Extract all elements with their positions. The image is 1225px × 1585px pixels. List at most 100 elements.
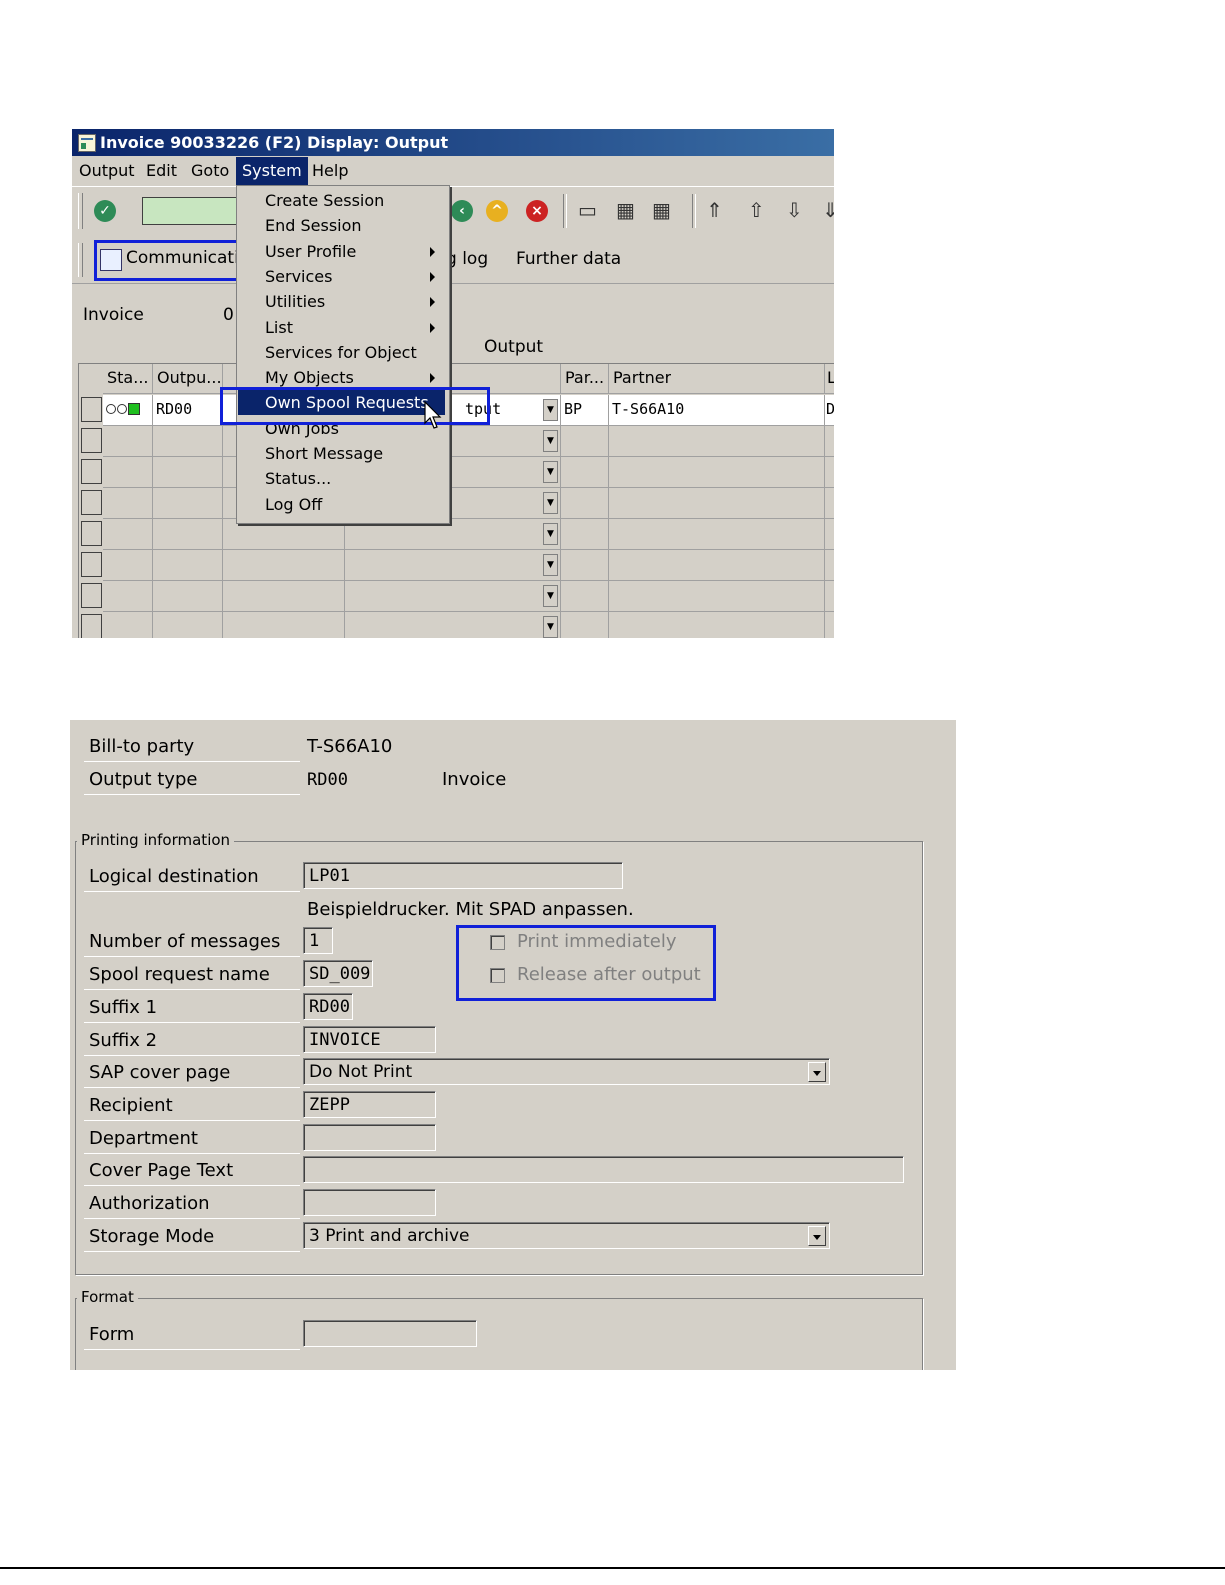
table-cell-empty[interactable] xyxy=(103,457,153,488)
suffix-2-field[interactable]: INVOICE xyxy=(303,1026,436,1053)
medium-dropdown-button[interactable]: ▼ xyxy=(543,492,558,514)
system-menu-item-status[interactable]: Status... xyxy=(238,466,445,491)
system-menu-item-list[interactable]: List xyxy=(238,315,445,340)
print-immediately-checkbox[interactable] xyxy=(490,935,505,950)
storage-mode-select[interactable]: 3 Print and archive xyxy=(303,1222,830,1249)
sap-cover-page-select[interactable]: Do Not Print xyxy=(303,1058,830,1085)
table-cell-empty[interactable] xyxy=(609,426,825,457)
table-cell-empty[interactable] xyxy=(153,426,223,457)
table-cell-empty[interactable] xyxy=(561,457,609,488)
dropdown-arrow-icon[interactable] xyxy=(808,1062,826,1082)
table-cell-empty[interactable] xyxy=(825,488,834,519)
table-cell-empty[interactable] xyxy=(103,612,153,638)
system-menu-item-end-session[interactable]: End Session xyxy=(238,213,445,238)
menu-goto[interactable]: Goto xyxy=(191,161,229,180)
table-cell-empty[interactable] xyxy=(103,426,153,457)
table-cell-empty[interactable] xyxy=(561,612,609,638)
table-cell-empty[interactable] xyxy=(345,612,561,638)
table-cell-empty[interactable] xyxy=(825,581,834,612)
col-header-status[interactable]: Sta... xyxy=(103,364,153,394)
table-cell-empty[interactable] xyxy=(609,488,825,519)
menu-output[interactable]: Output xyxy=(79,161,135,180)
row-selector[interactable] xyxy=(81,521,102,546)
number-of-messages-field[interactable]: 1 xyxy=(303,927,333,954)
table-cell-empty[interactable] xyxy=(825,426,834,457)
col-header-partner[interactable]: Partner xyxy=(609,364,825,394)
medium-dropdown-button[interactable]: ▼ xyxy=(543,523,558,545)
col-header-language[interactable]: L xyxy=(825,364,834,394)
table-cell-empty[interactable] xyxy=(103,550,153,581)
language-cell[interactable]: D xyxy=(825,395,834,426)
medium-dropdown-button[interactable]: ▼ xyxy=(543,461,558,483)
table-cell-empty[interactable] xyxy=(825,457,834,488)
table-cell-empty[interactable] xyxy=(609,581,825,612)
row-selector[interactable] xyxy=(81,459,102,484)
find-next-icon[interactable]: ▦ xyxy=(652,198,671,222)
spool-request-name-field[interactable]: SD_009 xyxy=(303,960,373,987)
menu-system[interactable]: System xyxy=(236,157,308,185)
system-menu-item-log-off[interactable]: Log Off xyxy=(238,492,445,517)
partner-function-cell[interactable]: BP xyxy=(561,395,609,426)
table-cell-empty[interactable] xyxy=(825,612,834,638)
cover-page-text-field[interactable] xyxy=(303,1156,904,1183)
table-cell-empty[interactable] xyxy=(153,519,223,550)
table-cell-empty[interactable] xyxy=(825,519,834,550)
table-cell-empty[interactable] xyxy=(153,488,223,519)
back-icon[interactable]: ‹ xyxy=(451,200,473,222)
dropdown-arrow-icon[interactable] xyxy=(808,1226,826,1246)
table-cell-empty[interactable] xyxy=(223,581,345,612)
table-cell-empty[interactable] xyxy=(345,550,561,581)
col-header-output-type[interactable]: Outpu... xyxy=(153,364,223,394)
row-selector[interactable] xyxy=(81,397,102,422)
first-page-icon[interactable]: ⇑ xyxy=(706,198,723,222)
system-menu-item-create-session[interactable]: Create Session xyxy=(238,188,445,213)
system-menu-item-user-profile[interactable]: User Profile xyxy=(238,239,445,264)
next-page-icon[interactable]: ⇩ xyxy=(786,198,803,222)
release-after-output-checkbox[interactable] xyxy=(490,968,505,983)
menu-edit[interactable]: Edit xyxy=(146,161,177,180)
table-cell-empty[interactable] xyxy=(609,457,825,488)
logical-destination-field[interactable]: LP01 xyxy=(303,862,623,889)
system-menu-item-short-message[interactable]: Short Message xyxy=(238,441,445,466)
find-icon[interactable]: ▦ xyxy=(616,198,635,222)
system-menu-item-utilities[interactable]: Utilities xyxy=(238,289,445,314)
output-type-cell[interactable]: RD00 xyxy=(153,395,223,426)
medium-dropdown-button[interactable]: ▼ xyxy=(543,399,558,421)
table-cell-empty[interactable] xyxy=(153,612,223,638)
table-cell-empty[interactable] xyxy=(103,519,153,550)
system-menu-item-services-for-object[interactable]: Services for Object xyxy=(238,340,445,365)
department-field[interactable] xyxy=(303,1124,436,1151)
further-data-button[interactable]: Further data xyxy=(516,249,621,269)
row-selector[interactable] xyxy=(81,552,102,577)
medium-dropdown-button[interactable]: ▼ xyxy=(543,585,558,607)
command-field[interactable] xyxy=(142,197,242,225)
table-cell-empty[interactable] xyxy=(609,550,825,581)
row-selector[interactable] xyxy=(81,490,102,515)
table-cell-empty[interactable] xyxy=(561,426,609,457)
table-cell-empty[interactable] xyxy=(561,550,609,581)
processing-log-button[interactable]: g log xyxy=(446,249,488,269)
row-selector[interactable] xyxy=(81,614,102,638)
suffix-1-field[interactable]: RD00 xyxy=(303,993,353,1020)
partner-cell[interactable]: T-S66A10 xyxy=(609,395,825,426)
table-cell-empty[interactable] xyxy=(609,519,825,550)
form-field[interactable] xyxy=(303,1320,477,1347)
recipient-field[interactable]: ZEPP xyxy=(303,1091,436,1118)
table-cell-empty[interactable] xyxy=(561,519,609,550)
table-cell-empty[interactable] xyxy=(345,581,561,612)
table-cell-empty[interactable] xyxy=(561,488,609,519)
print-icon[interactable]: ▭ xyxy=(578,198,597,222)
exit-icon[interactable]: ^ xyxy=(486,200,508,222)
table-cell-empty[interactable] xyxy=(103,581,153,612)
row-selector[interactable] xyxy=(81,428,102,453)
cancel-icon[interactable]: × xyxy=(526,200,548,222)
system-menu-item-services[interactable]: Services xyxy=(238,264,445,289)
medium-dropdown-button[interactable]: ▼ xyxy=(543,430,558,452)
col-header-partner-function[interactable]: Par... xyxy=(561,364,609,394)
table-cell-empty[interactable] xyxy=(223,550,345,581)
table-cell-empty[interactable] xyxy=(103,488,153,519)
medium-dropdown-button[interactable]: ▼ xyxy=(543,616,558,638)
table-cell-empty[interactable] xyxy=(153,550,223,581)
authorization-field[interactable] xyxy=(303,1189,436,1216)
medium-dropdown-button[interactable]: ▼ xyxy=(543,554,558,576)
